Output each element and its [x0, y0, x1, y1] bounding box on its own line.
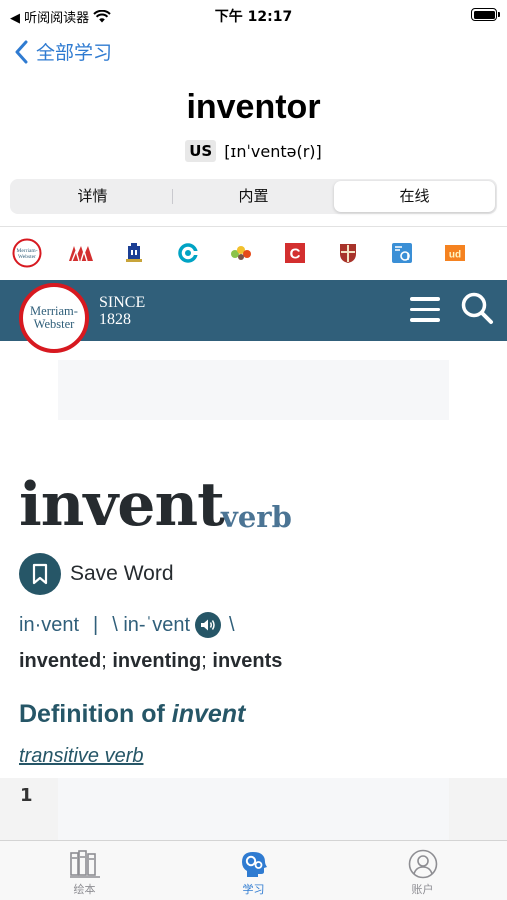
form-third-person: invents — [212, 650, 283, 672]
oxford-icon[interactable] — [119, 238, 149, 268]
cambridge-c-icon[interactable]: C — [280, 238, 310, 268]
bookmark-icon — [19, 553, 61, 595]
sense-ad-area — [58, 778, 449, 840]
definition-word: invent — [171, 700, 246, 728]
segment-details[interactable]: 详情 — [12, 181, 173, 212]
cambridge-shield-icon[interactable] — [333, 238, 363, 268]
svg-text:ud: ud — [449, 249, 461, 260]
urban-dictionary-icon[interactable]: ud — [440, 238, 470, 268]
sense-number: 1 — [20, 785, 33, 806]
tab-account-label: 账户 — [411, 883, 434, 896]
tab-bar: 绘本 学习 账户 — [0, 840, 507, 900]
svg-text:C: C — [289, 245, 300, 262]
merriam-webster-icon[interactable]: Merriam- Webster — [12, 238, 42, 268]
status-bar: ◀ 听阅阅读器 下午 12:17 — [0, 0, 507, 30]
account-icon — [408, 849, 437, 879]
chevron-left-icon — [15, 40, 28, 63]
dictionary-com-icon[interactable] — [387, 238, 417, 268]
phonetic-row: US [ɪnˈventə(r)] — [0, 140, 507, 162]
region-tag[interactable]: US — [185, 140, 217, 162]
entry-part-of-speech[interactable]: verb — [221, 500, 292, 534]
mw-since: SINCE 1828 — [99, 294, 145, 328]
mw-since-line1: SINCE — [99, 294, 146, 311]
tab-picture-books[interactable]: 绘本 — [0, 841, 169, 900]
tab-learning-label: 学习 — [242, 883, 265, 896]
battery-icon — [471, 8, 500, 21]
macmillan-icon[interactable] — [66, 238, 96, 268]
status-time: 下午 12:17 — [214, 9, 293, 25]
mw-since-year: 1828 — [99, 311, 131, 328]
form-past: invented — [19, 650, 102, 672]
segmented-control: 详情 内置 在线 — [10, 179, 497, 214]
save-word-label: Save Word — [70, 562, 174, 585]
segment-builtin[interactable]: 内置 — [173, 181, 334, 212]
segment-online[interactable]: 在线 — [334, 181, 495, 212]
brain-gears-icon — [241, 852, 267, 877]
form-present-participle: inventing — [112, 650, 202, 672]
inflected-forms: invented; inventing; invents — [19, 650, 283, 672]
dictionary-source-row: Merriam- Webster C ud — [0, 226, 507, 278]
pronunciation-close: \ — [229, 613, 235, 636]
separator: | — [93, 613, 99, 636]
collins-icon[interactable] — [173, 238, 203, 268]
books-icon — [69, 850, 100, 878]
tab-learning[interactable]: 学习 — [169, 841, 338, 900]
pronunciation-row: in·vent | \ in-ˈvent \ — [19, 612, 235, 638]
definition-heading: Definition of invent — [19, 700, 246, 728]
ad-placeholder — [58, 360, 449, 420]
back-label: 全部学习 — [36, 42, 113, 64]
speaker-icon[interactable] — [195, 612, 222, 638]
tab-account[interactable]: 账户 — [338, 841, 507, 900]
word-title: inventor — [186, 88, 321, 126]
pronunciation-text: \ in-ˈvent — [112, 613, 191, 636]
search-icon[interactable] — [460, 291, 494, 329]
mw-logo-line2: Webster — [33, 317, 75, 331]
transitive-verb-link[interactable]: transitive verb — [19, 745, 144, 768]
syllables: in·vent — [19, 613, 80, 636]
wordnik-icon[interactable] — [226, 238, 256, 268]
phonetic-text: [ɪnˈventə(r)] — [224, 141, 322, 161]
back-button[interactable]: 全部学习 — [14, 38, 112, 65]
mw-logo[interactable]: Merriam- Webster — [19, 283, 89, 353]
svg-text:Webster: Webster — [18, 254, 36, 260]
entry-headword: invent — [19, 470, 225, 540]
save-word-button[interactable]: Save Word — [19, 553, 174, 595]
hamburger-menu-icon[interactable] — [410, 297, 440, 323]
tab-picture-books-label: 绘本 — [73, 883, 96, 896]
